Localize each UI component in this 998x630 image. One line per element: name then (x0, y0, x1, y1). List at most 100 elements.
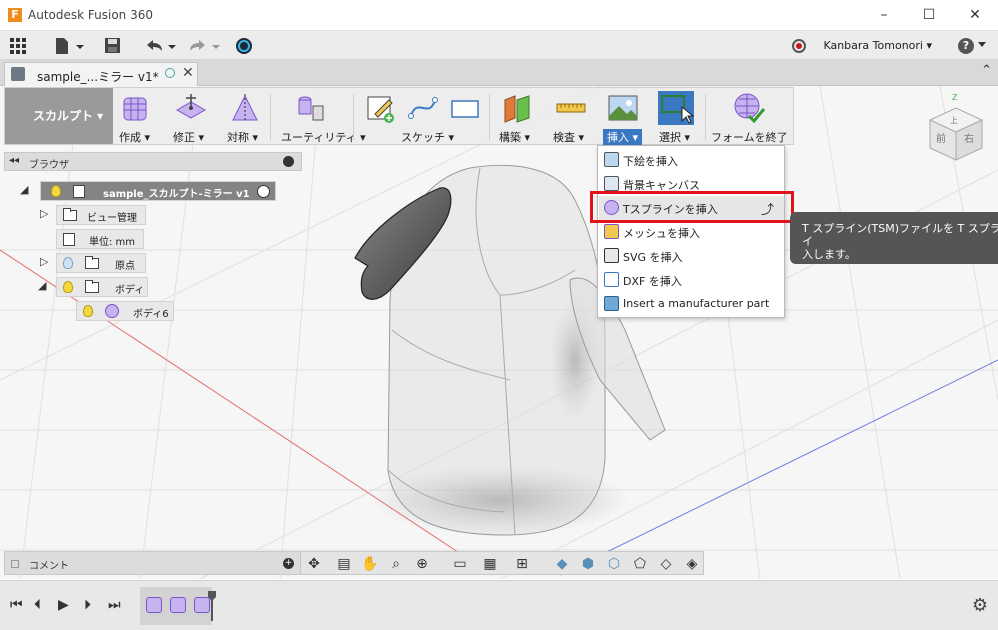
comments-panel[interactable]: コメント + (4, 551, 302, 575)
go-to-start-icon[interactable]: ⏮ (10, 597, 23, 613)
zoom-window-icon[interactable]: ⊕ (413, 555, 431, 573)
collapse-browser-icon[interactable]: ◂◂ (9, 155, 19, 166)
view-cube[interactable]: Z 前 右 上 (918, 90, 998, 170)
menu-item-insert-dxf[interactable]: DXF を挿入 (599, 268, 784, 292)
user-account-menu[interactable]: Kanbara Tomonori ▾ (823, 39, 932, 52)
finish-form-label: フォームを終了 (711, 131, 788, 144)
record-icon[interactable] (792, 39, 806, 53)
orbit-icon[interactable]: ✥ (305, 555, 323, 573)
units-doc-icon (63, 233, 75, 246)
insert-menu[interactable]: 挿入 ▾ (603, 92, 643, 145)
visibility-bulb-icon[interactable] (51, 185, 61, 197)
inspect-menu[interactable]: 検査 ▾ (551, 92, 591, 144)
timeline-feature-2[interactable] (170, 597, 186, 613)
viewports-icon[interactable]: ⊞ (513, 555, 531, 573)
node-label: 単位: mm (89, 237, 136, 248)
workspace-switcher[interactable]: スカルプト ▾ (5, 88, 113, 144)
grid-settings-icon[interactable]: ▦ (481, 555, 499, 573)
close-window-button[interactable]: ✕ (965, 6, 985, 24)
step-forward-icon[interactable]: ⏵ (84, 597, 91, 613)
pan-hand-icon[interactable]: ✋ (361, 555, 379, 573)
browser-root-node[interactable]: sample_スカルプト-ミラー v1 (40, 181, 276, 201)
menu-item-insert-canvas[interactable]: 下絵を挿入 (599, 148, 784, 172)
node-label: ボディ (115, 285, 145, 296)
quick-access-toolbar: Kanbara Tomonori ▾ ? (0, 31, 998, 60)
menu-item-manufacturer-part[interactable]: Insert a manufacturer part (599, 292, 784, 316)
document-icon (11, 67, 25, 81)
finish-form-button[interactable]: フォームを終了 (711, 92, 788, 144)
add-comment-button[interactable]: + (283, 558, 294, 569)
close-tab-button[interactable]: ✕ (182, 65, 194, 81)
expand-origin-icon[interactable]: ▷ (40, 255, 48, 268)
minimize-button[interactable]: – (874, 6, 894, 24)
insert-label: 挿入 ▾ (603, 129, 643, 145)
collapse-root-icon[interactable]: ◢ (20, 183, 28, 196)
expand-view-management-icon[interactable]: ▷ (40, 207, 48, 220)
collapse-bodies-icon[interactable]: ◢ (38, 279, 46, 292)
browser-node-bodies[interactable]: ボディ (56, 277, 148, 297)
insert-image-icon (608, 95, 638, 121)
tooltip: T スプライン(TSM)ファイルを T スプライ 入します。 (790, 212, 998, 264)
ribbon-separator (489, 94, 490, 140)
create-label: 作成 ▾ (119, 131, 151, 144)
ribbon-separator (270, 94, 271, 140)
tspline-body-icon (105, 304, 119, 318)
zoom-icon[interactable]: ⌕ (387, 555, 405, 573)
box-display-icon[interactable]: ◆ (553, 555, 571, 573)
menu-item-insert-mesh[interactable]: メッシュを挿入 (599, 220, 784, 244)
look-at-icon[interactable]: ▤ (335, 555, 353, 573)
edges-icon[interactable]: ◇ (657, 555, 675, 573)
document-tab-bar: sample_...ミラー v1* ✕ ⌃ (0, 60, 998, 86)
select-window-icon (658, 91, 694, 125)
file-menu-icon[interactable] (54, 37, 84, 55)
browser-minimize-icon[interactable] (283, 156, 294, 167)
timeline-feature-1[interactable] (146, 597, 162, 613)
smooth-display-icon[interactable]: ⬡ (605, 555, 623, 573)
sync-status-icon (165, 68, 175, 78)
step-back-icon[interactable]: ⏴ (34, 597, 41, 613)
go-to-end-icon[interactable]: ⏭ (108, 597, 121, 613)
sketch-label: スケッチ ▾ (401, 131, 455, 144)
help-icon[interactable]: ? (958, 38, 974, 54)
help-dropdown-icon[interactable] (978, 42, 986, 47)
online-status-icon[interactable] (234, 36, 254, 56)
create-sketch-icon (367, 96, 394, 123)
symmetry-menu[interactable]: 対称 ▾ (225, 92, 265, 144)
redo-icon[interactable] (188, 37, 222, 55)
save-icon[interactable] (104, 37, 122, 55)
visibility-bulb-icon[interactable] (83, 305, 93, 317)
comments-label: コメント (29, 561, 69, 572)
timeline-settings-gear-icon[interactable]: ⚙ (972, 595, 988, 616)
sketch-menu[interactable]: スケッチ ▾ (361, 92, 489, 144)
utility-menu[interactable]: ユーティリティ ▾ (281, 92, 366, 144)
visibility-bulb-icon[interactable] (63, 281, 73, 293)
node-label: ボディ6 (133, 309, 169, 320)
play-icon[interactable]: ▶ (58, 597, 69, 613)
timeline-marker[interactable] (208, 591, 216, 621)
construct-menu[interactable]: 構築 ▾ (497, 92, 537, 144)
box-smooth-icon[interactable]: ⬢ (579, 555, 597, 573)
menu-item-label: メッシュを挿入 (623, 227, 700, 240)
folder-icon (85, 280, 99, 293)
construct-plane-icon (504, 95, 530, 123)
visibility-bulb-icon[interactable] (63, 257, 73, 269)
undo-icon[interactable] (144, 37, 178, 55)
menu-item-insert-svg[interactable]: SVG を挿入 (599, 244, 784, 268)
modify-menu[interactable]: 修正 ▾ (171, 92, 211, 144)
browser-node-body6[interactable]: ボディ6 (76, 301, 174, 321)
activate-component-icon[interactable] (257, 185, 270, 198)
create-menu[interactable]: 作成 ▾ (117, 92, 157, 144)
browser-panel-header[interactable]: ◂◂ ブラウザ (4, 152, 302, 171)
collapse-toolbar-icon[interactable]: ⌃ (981, 63, 992, 78)
toolbar-ribbon: スカルプト ▾ 作成 ▾ 修正 ▾ 対称 ▾ ユーティリティ ▾ スケッチ ▾ … (4, 87, 794, 145)
vertices-icon[interactable]: ◈ (683, 555, 701, 573)
select-menu[interactable]: 選択 ▾ (655, 91, 699, 144)
browser-node-units[interactable]: 単位: mm (56, 229, 144, 249)
display-settings-icon[interactable]: ▭ (451, 555, 469, 573)
browser-node-view-management[interactable]: ビュー管理 (56, 205, 146, 225)
maximize-button[interactable]: ☐ (919, 6, 939, 24)
wireframe-icon[interactable]: ⬠ (631, 555, 649, 573)
data-panel-grid-icon[interactable] (10, 38, 28, 54)
document-tab[interactable]: sample_...ミラー v1* ✕ (4, 62, 198, 86)
browser-node-origin[interactable]: 原点 (56, 253, 146, 273)
